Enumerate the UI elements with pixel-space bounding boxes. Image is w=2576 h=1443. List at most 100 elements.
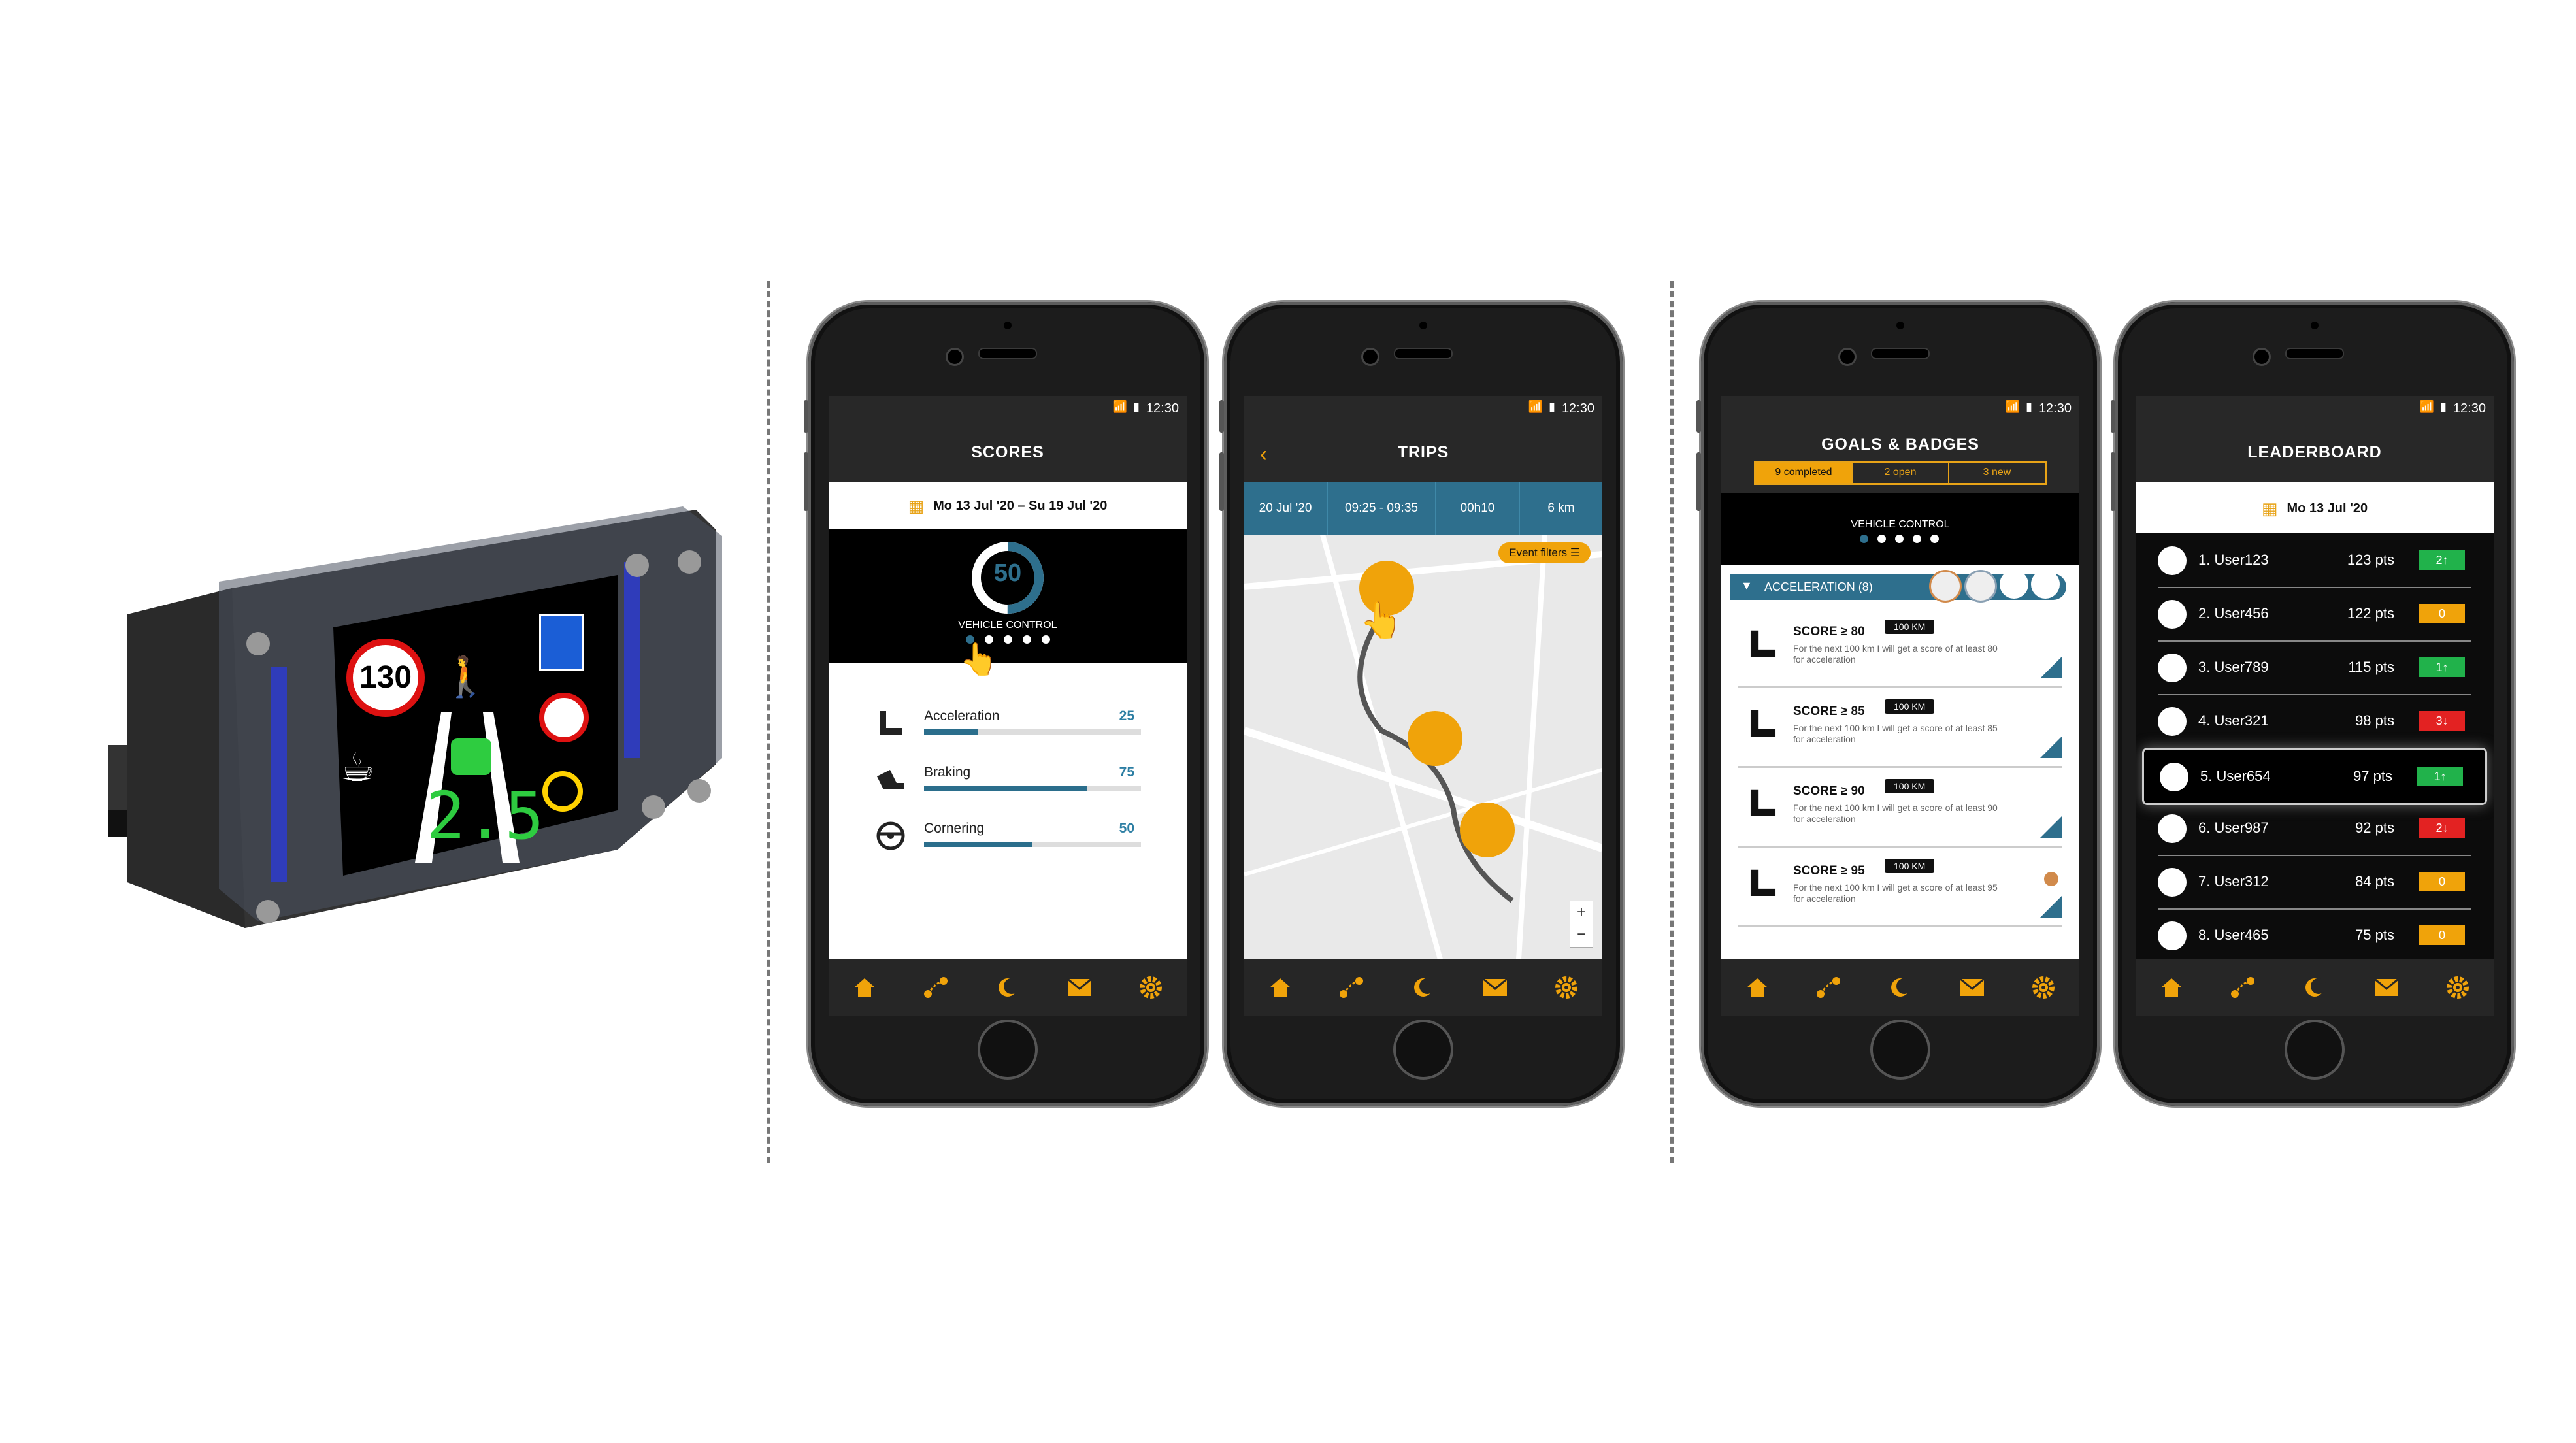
home-icon[interactable] xyxy=(1261,968,1300,1007)
bottom-tab-bar xyxy=(1721,959,2079,1016)
date-selector[interactable]: ▦ Mo 13 Jul '20 xyxy=(2136,485,2494,532)
leaderboard-row[interactable]: 2. User456 122 pts 0 xyxy=(2158,587,2471,642)
moon-icon[interactable] xyxy=(1404,968,1443,1007)
gear-icon[interactable] xyxy=(2438,968,2477,1007)
leaderboard-row-current-user[interactable]: 5. User654 97 pts 1↑ xyxy=(2142,748,2487,805)
tab-completed[interactable]: 9 completed xyxy=(1756,463,1853,483)
moon-icon[interactable] xyxy=(988,968,1027,1007)
gear-icon[interactable] xyxy=(1131,968,1170,1007)
gear-icon[interactable] xyxy=(1547,968,1586,1007)
mail-icon[interactable] xyxy=(1060,968,1099,1007)
status-time: 12:30 xyxy=(2038,401,2072,416)
event-marker[interactable] xyxy=(1408,711,1462,766)
page-title: GOALS & BADGES xyxy=(1821,435,1979,454)
date-selector[interactable]: ▦ Mo 13 Jul '20 – Su 19 Jul '20 xyxy=(829,482,1187,529)
user-avatar-icon xyxy=(2158,707,2187,736)
phone-leaderboard: 📶 ▮ 12:30 LEADERBOARD ▦ Mo 13 Jul '20 1. … xyxy=(2111,302,2514,1106)
route-icon[interactable] xyxy=(2223,968,2262,1007)
phone-goals: 📶 ▮ 12:30 GOALS & BADGES 9 completed 2 op… xyxy=(1696,302,2100,1106)
mail-icon[interactable] xyxy=(1476,968,1515,1007)
bottom-tab-bar xyxy=(1244,959,1602,1016)
brake-pedal-icon xyxy=(877,770,904,789)
highway-sign-icon xyxy=(539,614,584,671)
leaderboard-row[interactable]: 3. User789 115 pts 1↑ xyxy=(2158,640,2471,695)
dashboard-device: 130 🚶 ☕ 2.5 xyxy=(69,484,735,967)
pointer-hand-icon: 👆 xyxy=(959,642,999,677)
goal-item[interactable]: SCORE ≥ 95 100 KM For the next 100 km I w… xyxy=(1738,846,2062,927)
home-icon[interactable] xyxy=(845,968,884,1007)
steering-wheel-icon xyxy=(876,821,905,850)
gear-icon[interactable] xyxy=(2024,968,2063,1007)
trip-map[interactable]: Event filters ☰ 👆 + − xyxy=(1244,533,1602,961)
bottom-tab-bar xyxy=(829,959,1187,1016)
goal-item[interactable]: SCORE ≥ 85 100 KM For the next 100 km I w… xyxy=(1738,686,2062,768)
metric-cornering[interactable]: Cornering 50 xyxy=(874,820,1141,865)
mail-icon[interactable] xyxy=(1953,968,1992,1007)
tab-open[interactable]: 2 open xyxy=(1853,463,1949,483)
route-icon[interactable] xyxy=(1332,968,1371,1007)
user-avatar-icon xyxy=(2158,921,2187,950)
signal-battery-icons: 📶 ▮ xyxy=(2005,400,2034,413)
home-button[interactable] xyxy=(978,1020,1038,1080)
leaderboard-list: 1. User123 123 pts 2↑ 2. User456 122 pts 0 3… xyxy=(2136,533,2494,963)
leaderboard-date: Mo 13 Jul '20 xyxy=(2287,501,2368,516)
pedestrian-icon: 🚶 xyxy=(441,655,490,699)
pedal-icon xyxy=(1750,710,1776,737)
goal-filter-tabs: 9 completed 2 open 3 new xyxy=(1754,461,2047,485)
home-button[interactable] xyxy=(1393,1020,1453,1080)
leaderboard-row[interactable]: 7. User312 84 pts 0 xyxy=(2158,855,2471,910)
leaderboard-row[interactable]: 4. User321 98 pts 3↓ xyxy=(2158,694,2471,749)
home-button[interactable] xyxy=(1870,1020,1930,1080)
leaderboard-row[interactable]: 1. User123 123 pts 2↑ xyxy=(2158,533,2471,588)
category-label: ACCELERATION (8) xyxy=(1764,580,1873,593)
phone-scores: 📶 ▮ 12:30 SCORES ▦ Mo 13 Jul '20 – Su 19 … xyxy=(804,302,1207,1106)
trip-distance: 6 km xyxy=(1547,501,1575,515)
metric-braking[interactable]: Braking 75 xyxy=(874,763,1141,809)
distance-readout: 2.5 xyxy=(426,778,544,854)
mail-icon[interactable] xyxy=(2367,968,2406,1007)
zoom-controls[interactable]: + − xyxy=(1570,901,1593,948)
calendar-icon: ▦ xyxy=(2261,498,2278,518)
user-avatar-icon xyxy=(2158,654,2187,682)
coffee-icon: ☕ xyxy=(340,746,375,789)
section-label: VEHICLE CONTROL xyxy=(1851,519,1950,530)
home-button[interactable] xyxy=(2285,1020,2345,1080)
checkmark-corner-icon xyxy=(2040,895,2062,918)
pedal-icon xyxy=(1750,789,1776,817)
leaderboard-screen: 📶 ▮ 12:30 LEADERBOARD ▦ Mo 13 Jul '20 1. … xyxy=(2136,396,2494,1016)
medal-icon xyxy=(2044,872,2058,886)
page-title: LEADERBOARD xyxy=(2247,443,2382,461)
phone-trips: 📶 ▮ 12:30 ‹ TRIPS 20 Jul '20 09:25 - 09:3… xyxy=(1219,302,1623,1106)
tab-new[interactable]: 3 new xyxy=(1949,463,2045,483)
priority-sign-icon xyxy=(542,771,583,812)
pedal-icon xyxy=(1750,869,1776,897)
moon-icon[interactable] xyxy=(1881,968,1920,1007)
goal-item[interactable]: SCORE ≥ 90 100 KM For the next 100 km I w… xyxy=(1738,766,2062,848)
category-header[interactable]: ▼ ACCELERATION (8) xyxy=(1730,570,2066,603)
trip-date: 20 Jul '20 xyxy=(1244,482,1329,535)
no-overtaking-sign-icon xyxy=(539,693,589,742)
date-range: Mo 13 Jul '20 – Su 19 Jul '20 xyxy=(933,498,1108,513)
status-time: 12:30 xyxy=(2452,401,2486,416)
pedal-icon xyxy=(1750,630,1776,657)
page-dots[interactable] xyxy=(1860,535,1939,543)
route-icon[interactable] xyxy=(1809,968,1848,1007)
leaderboard-row[interactable]: 8. User465 75 pts 0 xyxy=(2158,908,2471,963)
moon-icon[interactable] xyxy=(2295,968,2334,1007)
category-panel: VEHICLE CONTROL xyxy=(1721,493,2079,565)
goals-screen: 📶 ▮ 12:30 GOALS & BADGES 9 completed 2 op… xyxy=(1721,396,2079,1016)
user-avatar-icon xyxy=(2158,546,2187,575)
home-icon[interactable] xyxy=(1738,968,1777,1007)
event-filters-button[interactable]: Event filters ☰ xyxy=(1498,542,1591,563)
collapse-triangle-icon: ▼ xyxy=(1741,579,1753,592)
route-icon[interactable] xyxy=(916,968,955,1007)
home-icon[interactable] xyxy=(2152,968,2191,1007)
bottom-tab-bar xyxy=(2136,959,2494,1016)
section-divider xyxy=(767,281,770,1163)
leaderboard-row[interactable]: 6. User987 92 pts 2↓ xyxy=(2158,801,2471,856)
event-marker[interactable] xyxy=(1460,803,1515,857)
metric-acceleration[interactable]: Acceleration 25 xyxy=(874,707,1141,753)
goal-item[interactable]: SCORE ≥ 80 100 KM For the next 100 km I w… xyxy=(1738,606,2062,688)
badge-medals xyxy=(1929,570,2060,603)
checkmark-corner-icon xyxy=(2040,816,2062,838)
